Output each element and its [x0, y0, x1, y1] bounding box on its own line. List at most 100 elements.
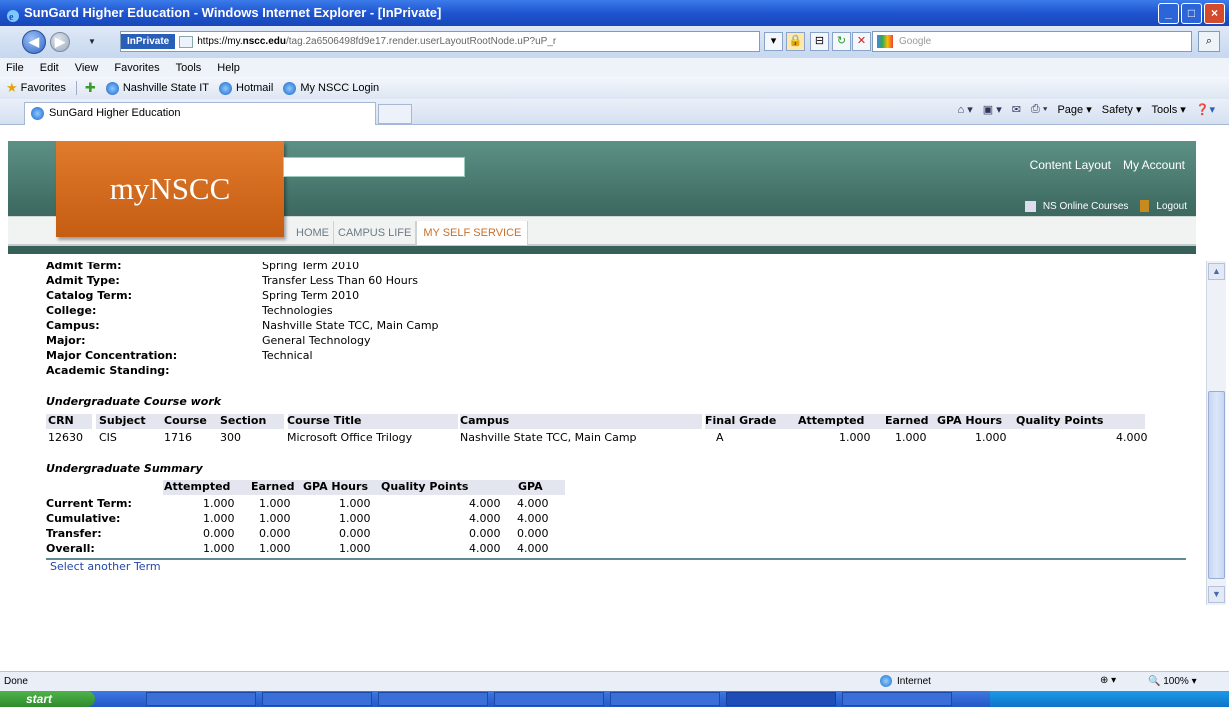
address-dropdown-icon[interactable]: ▾ [764, 32, 783, 51]
mail-icon[interactable]: ✉ [1012, 103, 1021, 116]
ie-page-icon [219, 81, 233, 95]
favorite-link-my-nscc-login[interactable]: My NSCC Login [283, 81, 379, 95]
vertical-scrollbar[interactable]: ▲ ▼ [1206, 261, 1226, 605]
content-layout-link[interactable]: Content Layout [1030, 158, 1111, 172]
favorite-link-nashville-state-it[interactable]: Nashville State IT [105, 81, 209, 95]
sum-col-quality-points: Quality Points [381, 480, 469, 493]
menu-file[interactable]: File [6, 62, 24, 74]
favorites-separator [75, 81, 77, 95]
sum-col-gpa: GPA [518, 480, 543, 493]
col-course-title: Course Title [287, 414, 362, 427]
search-icon[interactable]: ⌕ [1198, 31, 1220, 52]
print-icon[interactable]: ⎙ ▾ [1031, 103, 1047, 116]
section-divider [46, 558, 1186, 560]
sum-cell: 4.000 [517, 497, 549, 510]
tools-menu[interactable]: Tools ▾ [1152, 103, 1186, 116]
address-field[interactable]: InPrivate https://my. nscc.edu /tag.2a65… [120, 31, 760, 52]
scroll-up-icon[interactable]: ▲ [1208, 263, 1225, 280]
nav-history-dropdown-icon[interactable]: ▼ [88, 37, 96, 46]
new-tab-button[interactable] [378, 104, 412, 124]
select-another-term-link[interactable]: Select another Term [50, 560, 161, 573]
online-courses-link[interactable]: NS Online Courses [1043, 201, 1129, 212]
start-button[interactable]: start [0, 691, 95, 707]
site-search-input[interactable] [283, 157, 465, 177]
taskbar-button[interactable] [494, 692, 604, 706]
menu-help[interactable]: Help [217, 62, 240, 74]
taskbar-button[interactable] [842, 692, 952, 706]
page-menu[interactable]: Page ▾ [1057, 103, 1091, 116]
sum-col-attempted: Attempted [164, 480, 231, 493]
scroll-thumb[interactable] [1208, 391, 1225, 579]
svg-text:e: e [9, 12, 14, 23]
url-prefix: https://my. [197, 36, 243, 47]
taskbar-button[interactable] [610, 692, 720, 706]
col-gpa-hours: GPA Hours [937, 414, 1002, 427]
add-favorite-icon[interactable]: ✚ [85, 80, 96, 96]
sum-cell: 0.000 [259, 527, 291, 540]
sum-cell: 4.000 [517, 542, 549, 555]
minimize-button[interactable]: _ [1158, 3, 1179, 24]
taskbar-button[interactable] [378, 692, 488, 706]
command-bar: ⌂ ▾ ▣ ▾ ✉ ⎙ ▾ Page ▾ Safety ▾ Tools ▾ ❓▾ [958, 103, 1215, 116]
coursework-title: Undergraduate Course work [46, 395, 222, 408]
ie-page-icon [31, 107, 44, 120]
tab-campus-life[interactable]: CAMPUS LIFE [334, 221, 417, 245]
favorite-link-hotmail[interactable]: Hotmail [219, 81, 273, 95]
scroll-down-icon[interactable]: ▼ [1208, 586, 1225, 603]
taskbar-button[interactable] [146, 692, 256, 706]
favorites-star-icon[interactable]: ★ [6, 80, 18, 96]
close-button[interactable]: × [1204, 3, 1225, 24]
ie-page-icon [283, 81, 297, 95]
tab-title: SunGard Higher Education [49, 107, 181, 119]
sum-row-label: Cumulative: [46, 512, 121, 525]
cell-course: 1716 [164, 431, 192, 444]
back-button[interactable]: ◀ [22, 30, 46, 54]
protected-mode-icon[interactable]: ⊕ ▾ [1100, 675, 1116, 686]
logout-link[interactable]: Logout [1156, 201, 1187, 212]
sum-cell: 1.000 [203, 512, 235, 525]
zoom-level[interactable]: 🔍 100% ▾ [1148, 676, 1197, 687]
google-icon [877, 35, 893, 48]
pencil-icon [1024, 200, 1036, 212]
sum-cell: 0.000 [203, 527, 235, 540]
menu-edit[interactable]: Edit [40, 62, 59, 74]
menu-bar: File Edit View Favorites Tools Help [0, 58, 1229, 77]
menu-tools[interactable]: Tools [176, 62, 202, 74]
security-zone: Internet [880, 675, 931, 687]
taskbar-button[interactable] [262, 692, 372, 706]
sum-cell: 1.000 [203, 542, 235, 555]
status-text: Done [4, 676, 28, 687]
sum-cell: 4.000 [469, 512, 501, 525]
taskbar-button-active[interactable] [726, 692, 836, 706]
favorites-button[interactable]: Favorites [21, 82, 66, 94]
help-icon[interactable]: ❓▾ [1196, 103, 1215, 116]
feeds-icon[interactable]: ▣ ▾ [983, 103, 1002, 116]
col-subject: Subject [99, 414, 146, 427]
menu-view[interactable]: View [75, 62, 99, 74]
tab-sungard[interactable]: SunGard Higher Education [24, 102, 376, 125]
cell-course-title: Microsoft Office Trilogy [287, 431, 413, 444]
tab-bar: SunGard Higher Education ⌂ ▾ ▣ ▾ ✉ ⎙ ▾ P… [0, 99, 1229, 125]
menu-favorites[interactable]: Favorites [114, 62, 159, 74]
tab-my-self-service[interactable]: MY SELF SERVICE [416, 221, 529, 245]
my-account-link[interactable]: My Account [1123, 158, 1185, 172]
site-logo[interactable]: myNSCC [56, 141, 284, 237]
url-domain: nscc.edu [242, 36, 286, 47]
sum-cell: 1.000 [339, 542, 371, 555]
stop-icon[interactable]: ✕ [852, 32, 871, 51]
site-sub-links: NS Online Courses Logout [1024, 200, 1187, 212]
compatibility-icon[interactable]: ⊟ [810, 32, 829, 51]
sum-cell: 1.000 [339, 497, 371, 510]
lock-icon[interactable]: 🔒 [786, 32, 805, 51]
address-bar-row: ◀ ▶ ▼ InPrivate https://my. nscc.edu /ta… [0, 26, 1229, 58]
cell-earned: 1.000 [895, 431, 927, 444]
refresh-icon[interactable]: ↻ [832, 32, 851, 51]
home-icon[interactable]: ⌂ ▾ [958, 103, 973, 116]
search-input[interactable]: Google [872, 31, 1192, 52]
tab-home[interactable]: HOME [292, 221, 334, 245]
maximize-button[interactable]: □ [1181, 3, 1202, 24]
forward-button[interactable]: ▶ [50, 32, 70, 52]
safety-menu[interactable]: Safety ▾ [1102, 103, 1142, 116]
sum-col-gpa-hours: GPA Hours [303, 480, 368, 493]
sum-col-earned: Earned [251, 480, 295, 493]
